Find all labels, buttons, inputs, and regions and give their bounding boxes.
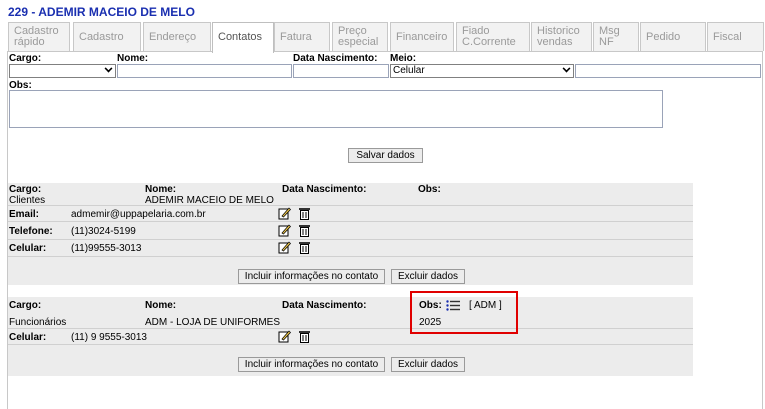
nome-input[interactable] (117, 64, 292, 78)
contact-card: Cargo: Nome: Data Nascimento: Obs: [ ADM… (8, 297, 693, 376)
row-value: admemir@uppapelaria.com.br (71, 209, 206, 220)
tab-bar: Cadastro rápido Cadastro Endereço Contato… (8, 22, 765, 53)
cargo-label: Cargo: (9, 184, 42, 195)
edit-icon[interactable] (278, 241, 291, 254)
meio-select[interactable]: Celular (390, 64, 574, 78)
tab-pedido[interactable]: Pedido (640, 22, 706, 51)
delete-data-button[interactable]: Excluir dados (391, 357, 465, 372)
contact-cargo: Funcionários (9, 317, 67, 328)
nome-label: Nome: (145, 184, 177, 195)
tab-contatos[interactable]: Contatos (212, 22, 274, 53)
tab-financeiro[interactable]: Financeiro (390, 22, 454, 51)
nome-label: Nome: (145, 300, 177, 311)
trash-icon[interactable] (298, 330, 311, 343)
obs-label: Obs: (418, 184, 441, 195)
cargo-select[interactable] (9, 64, 116, 78)
cargo-label: Cargo: (9, 300, 42, 311)
edit-icon[interactable] (278, 207, 291, 220)
tab-cadastro[interactable]: Cadastro (73, 22, 141, 51)
row-label: Email: (9, 209, 40, 220)
nascimento-label: Data Nascimento: (282, 300, 367, 311)
add-info-button[interactable]: Incluir informações no contato (238, 357, 385, 372)
row-label: Celular: (9, 243, 47, 254)
contact-row: Celular: (11) 9 9555-3013 (8, 328, 693, 345)
nascimento-label: Data Nascimento: (293, 53, 378, 64)
edit-icon[interactable] (278, 224, 291, 237)
contact-nome: ADM - LOJA DE UNIFORMES (145, 317, 281, 328)
row-label: Celular: (9, 332, 47, 343)
row-value: (11) 9 9555-3013 (71, 332, 147, 343)
contact-card: Cargo: Nome: Data Nascimento: Obs: Clien… (8, 183, 693, 285)
tab-historico-vendas[interactable]: Historico vendas (531, 22, 592, 51)
contact-row: Telefone: (11)3024-5199 (8, 223, 693, 240)
tab-msg-nf[interactable]: Msg NF (593, 22, 639, 51)
obs-textarea[interactable] (9, 90, 663, 128)
page-title: 229 - ADEMIR MACEIO DE MELO (8, 5, 195, 19)
nome-label: Nome: (117, 53, 149, 64)
tab-fatura[interactable]: Fatura (274, 22, 330, 51)
trash-icon[interactable] (298, 241, 311, 254)
meio-selected-value: Celular (393, 65, 425, 76)
trash-icon[interactable] (298, 224, 311, 237)
row-label: Telefone: (9, 226, 53, 237)
tab-fiado[interactable]: Fiado C.Corrente (456, 22, 530, 51)
meio-label: Meio: (390, 53, 417, 64)
nascimento-input[interactable] (293, 64, 389, 78)
tab-preco-especial[interactable]: Preço especial (332, 22, 388, 51)
highlight-box (410, 291, 518, 334)
tab-fiscal[interactable]: Fiscal (707, 22, 764, 51)
delete-data-button[interactable]: Excluir dados (391, 269, 465, 284)
contact-row: Email: admemir@uppapelaria.com.br (8, 205, 693, 222)
tab-cadastro-rapido[interactable]: Cadastro rápido (8, 22, 70, 51)
chevron-down-icon (104, 64, 113, 73)
row-value: (11)3024-5199 (71, 226, 136, 237)
nascimento-label: Data Nascimento: (282, 184, 367, 195)
edit-icon[interactable] (278, 330, 291, 343)
cargo-label: Cargo: (9, 53, 42, 64)
trash-icon[interactable] (298, 207, 311, 220)
tab-endereco[interactable]: Endereço (143, 22, 211, 51)
add-info-button[interactable]: Incluir informações no contato (238, 269, 385, 284)
save-button[interactable]: Salvar dados (348, 148, 423, 163)
chevron-down-icon (562, 64, 571, 73)
meio-value-input[interactable] (575, 64, 761, 78)
row-value: (11)99555-3013 (71, 243, 142, 254)
contact-row: Celular: (11)99555-3013 (8, 240, 693, 257)
